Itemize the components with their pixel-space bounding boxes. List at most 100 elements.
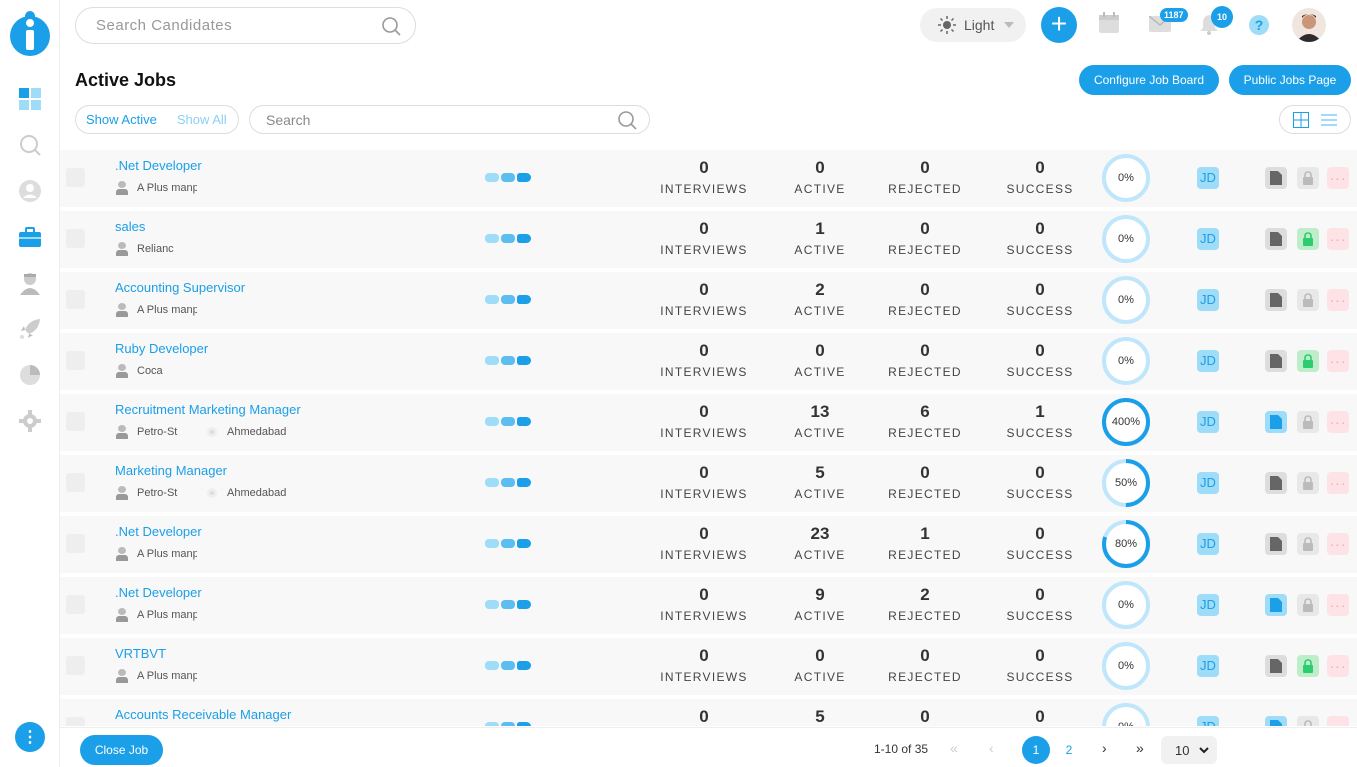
more-menu-button[interactable]: ⋮ [15,722,45,752]
row-more-button[interactable]: ··· [1327,167,1349,189]
interviews-stat[interactable]: 0INTERVIEWS [649,585,759,623]
job-title-link[interactable]: Marketing Manager [115,463,227,478]
job-description-button[interactable]: JD [1197,228,1219,250]
job-row[interactable]: Marketing Manager Petro-St Ahmedabad 0 INTER… [60,455,1357,512]
job-row[interactable]: VRTBVT A Plus manpow 0 INTERVIEWS 0 ACTIVE 0 RE… [60,638,1357,695]
help-icon[interactable]: ? [1249,15,1269,35]
row-more-button[interactable]: ··· [1327,655,1349,677]
job-description-button[interactable]: JD [1197,533,1219,555]
theme-select[interactable]: Light [920,8,1026,42]
close-job-button[interactable]: Close Job [80,735,163,765]
job-description-button[interactable]: JD [1197,472,1219,494]
job-row[interactable]: Accounting Supervisor A Plus manpow 0 INTER… [60,272,1357,329]
lock-icon[interactable] [1297,594,1319,616]
row-more-button[interactable]: ··· [1327,411,1349,433]
rejected-stat[interactable]: 0 REJECTED [870,280,980,318]
row-more-button[interactable]: ··· [1327,594,1349,616]
pipeline-stages-icon[interactable] [485,539,533,548]
settings-gear-icon[interactable] [18,409,42,433]
job-description-button[interactable]: JD [1197,716,1219,726]
public-jobs-page-button[interactable]: Public Jobs Page [1229,65,1351,95]
pipeline-stages-icon[interactable] [485,417,533,426]
rejected-stat[interactable]: 0 REJECTED [870,219,980,257]
grid-view-icon[interactable] [1292,111,1309,128]
rejected-stat[interactable]: 0 REJECTED [870,158,980,196]
job-search-input[interactable]: Search [249,105,650,134]
row-more-button[interactable]: ··· [1327,716,1349,726]
pipeline-stages-icon[interactable] [485,295,533,304]
interviews-stat[interactable]: 0INTERVIEWS [649,341,759,379]
job-row[interactable]: sales Relianc 0 INTERVIEWS 1 ACTIVE 0 REJECTED 0… [60,211,1357,268]
job-title-link[interactable]: VRTBVT [115,646,166,661]
pipeline-stages-icon[interactable] [485,661,533,670]
rejected-stat[interactable]: 0 REJECTED [870,646,980,684]
job-description-button[interactable]: JD [1197,167,1219,189]
row-more-button[interactable]: ··· [1327,350,1349,372]
job-title-link[interactable]: Accounting Supervisor [115,280,245,295]
rocket-icon[interactable] [18,317,42,341]
document-icon[interactable] [1265,533,1287,555]
app-logo[interactable] [10,10,50,56]
interviews-stat[interactable]: 0INTERVIEWS [649,463,759,501]
prev-page-icon[interactable]: ‹ [989,740,994,756]
active-stat[interactable]: 1 ACTIVE [765,219,875,257]
row-checkbox[interactable] [66,656,85,675]
row-checkbox[interactable] [66,290,85,309]
user-avatar[interactable] [1292,8,1326,42]
document-icon[interactable] [1265,472,1287,494]
job-row[interactable]: .Net Developer A Plus manpow 0 INTERVIEWS 23… [60,516,1357,573]
active-stat[interactable]: 13 ACTIVE [765,402,875,440]
document-icon[interactable] [1265,289,1287,311]
show-all-option[interactable]: Show All [167,112,237,127]
lock-icon[interactable] [1297,167,1319,189]
success-stat[interactable]: 0 SUCCESS [985,524,1095,562]
pipeline-stages-icon[interactable] [485,478,533,487]
interviews-stat[interactable]: 0INTERVIEWS [649,158,759,196]
per-page-select[interactable]: 10 [1161,736,1217,764]
jobs-briefcase-icon[interactable] [18,225,42,249]
job-description-button[interactable]: JD [1197,655,1219,677]
active-stat[interactable]: 0 ACTIVE [765,158,875,196]
success-stat[interactable]: 0 SUCCESS [985,463,1095,501]
interviews-stat[interactable]: 0INTERVIEWS [649,280,759,318]
row-checkbox[interactable] [66,534,85,553]
row-checkbox[interactable] [66,595,85,614]
success-stat[interactable]: 1 SUCCESS [985,402,1095,440]
candidate-search-input[interactable]: Search Candidates [75,7,416,44]
row-checkbox[interactable] [66,473,85,492]
document-icon[interactable] [1265,167,1287,189]
search-icon[interactable] [18,133,42,157]
document-icon[interactable] [1265,655,1287,677]
dashboard-icon[interactable] [18,87,42,111]
pipeline-stages-icon[interactable] [485,356,533,365]
list-view-icon[interactable] [1321,113,1338,126]
lock-icon[interactable] [1297,655,1319,677]
interviews-stat[interactable]: 0INTERVIEWS [649,707,759,726]
job-title-link[interactable]: .Net Developer [115,158,202,173]
active-stat[interactable]: 5ACTIVE [765,707,875,726]
success-stat[interactable]: 0 SUCCESS [985,158,1095,196]
job-title-link[interactable]: .Net Developer [115,524,202,539]
rejected-stat[interactable]: 6 REJECTED [870,402,980,440]
active-stat[interactable]: 2 ACTIVE [765,280,875,318]
active-stat[interactable]: 5ACTIVE [765,463,875,501]
interviews-stat[interactable]: 0INTERVIEWS [649,646,759,684]
success-stat[interactable]: 0 SUCCESS [985,585,1095,623]
active-stat[interactable]: 0 ACTIVE [765,646,875,684]
rejected-stat[interactable]: 0 REJECTED [870,463,980,501]
row-checkbox[interactable] [66,412,85,431]
add-button[interactable]: + [1041,7,1077,43]
job-row[interactable]: .Net Developer A Plus manpow 0 INTERVIEWS 9 A… [60,577,1357,634]
job-description-button[interactable]: JD [1197,411,1219,433]
page-button-2[interactable]: 2 [1055,736,1083,764]
row-checkbox[interactable] [66,717,85,726]
job-title-link[interactable]: Accounts Receivable Manager [115,707,291,722]
success-stat[interactable]: 0 SUCCESS [985,219,1095,257]
lock-icon[interactable] [1297,472,1319,494]
success-stat[interactable]: 0 SUCCESS [985,280,1095,318]
search-icon[interactable] [381,16,401,36]
lock-icon[interactable] [1297,228,1319,250]
document-icon[interactable] [1265,228,1287,250]
job-title-link[interactable]: Recruitment Marketing Manager [115,402,301,417]
row-more-button[interactable]: ··· [1327,289,1349,311]
